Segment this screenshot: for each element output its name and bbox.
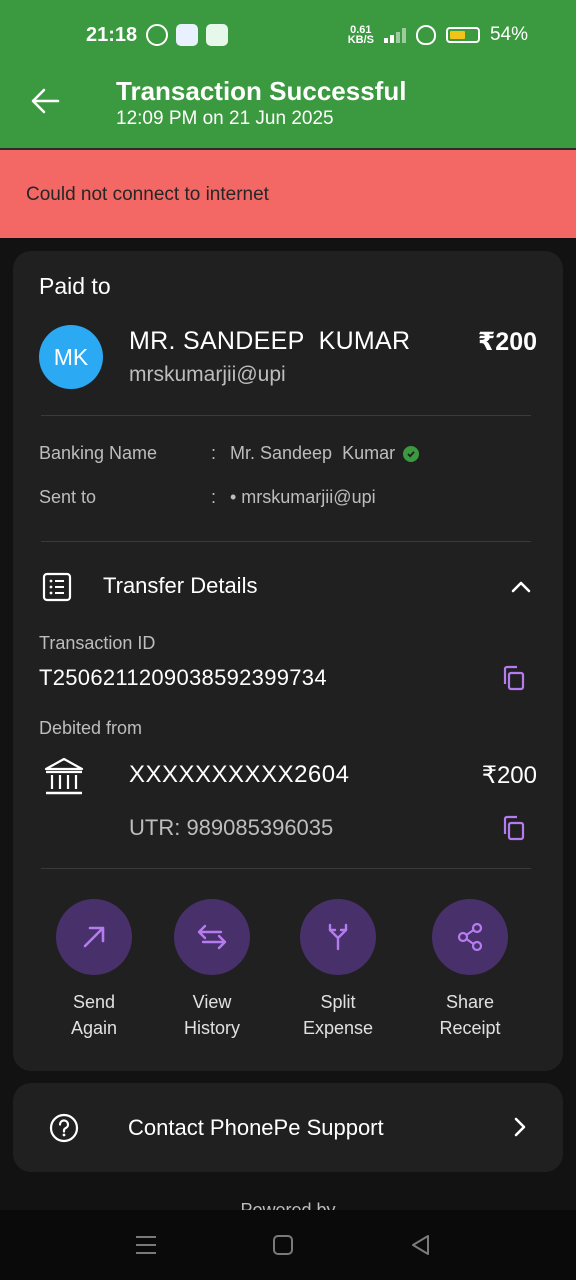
payment-amount: ₹200 xyxy=(477,328,537,356)
transaction-card: Paid to MK MR. SANDEEP KUMAR mrskumarjii… xyxy=(13,251,563,1071)
menu-icon[interactable] xyxy=(133,1232,159,1258)
banking-name-label: Banking Name xyxy=(39,443,158,463)
split-icon xyxy=(328,923,348,951)
notification-app-icon xyxy=(206,24,228,46)
sent-to-value: • mrskumarjii@upi xyxy=(230,487,376,507)
battery-percentage: 54% xyxy=(489,24,528,45)
powered-by-text: Powered by xyxy=(240,1200,336,1210)
copy-icon[interactable] xyxy=(501,665,527,691)
signal-icon xyxy=(383,27,406,43)
divider xyxy=(41,415,531,416)
payee-name: MR. SANDEEP KUMAR xyxy=(129,327,411,355)
verified-check-icon xyxy=(403,445,420,462)
chevron-right-icon xyxy=(514,1117,526,1137)
copy-icon[interactable] xyxy=(501,815,527,841)
debited-from-label: Debited from xyxy=(39,718,143,738)
colon: : xyxy=(211,443,217,463)
chevron-up-icon[interactable] xyxy=(509,575,533,599)
security-shield-icon xyxy=(415,25,436,45)
offline-message: Could not connect to internet xyxy=(26,184,269,205)
notification-app-icon xyxy=(146,24,168,46)
header-bar: 21:18 0.61 KB/S 54% Transaction Successf… xyxy=(0,0,576,148)
send-again-button[interactable]: Send Again xyxy=(34,899,154,1041)
transaction-datetime: 12:09 PM on 21 Jun 2025 xyxy=(116,108,334,129)
status-time: 21:18 xyxy=(86,24,138,46)
share-icon xyxy=(457,922,483,952)
swap-arrows-icon xyxy=(197,924,227,950)
receipt-list-icon xyxy=(42,572,72,602)
contact-support-button[interactable]: Contact PhonePe Support xyxy=(13,1083,563,1172)
contact-support-label: Contact PhonePe Support xyxy=(128,1115,384,1140)
notification-icons xyxy=(146,24,228,46)
notification-app-icon xyxy=(176,24,198,46)
transfer-details-title[interactable]: Transfer Details xyxy=(103,573,257,599)
colon: : xyxy=(211,487,217,507)
share-receipt-label: Share Receipt xyxy=(439,992,501,1038)
action-buttons: Send Again View History Split Expense Sh… xyxy=(13,899,563,1049)
banking-name-value: Mr. Sandeep Kumar xyxy=(230,443,420,464)
divider xyxy=(41,541,531,542)
help-circle-icon xyxy=(49,1113,79,1143)
split-expense-button[interactable]: Split Expense xyxy=(278,899,398,1041)
divider xyxy=(41,868,531,869)
network-speed: 0.61 KB/S xyxy=(347,24,374,46)
back-triangle-icon[interactable] xyxy=(408,1232,434,1258)
payee-upi-id: mrskumarjii@upi xyxy=(129,363,286,386)
share-receipt-button[interactable]: Share Receipt xyxy=(410,899,530,1041)
send-again-label: Send Again xyxy=(70,992,118,1038)
page-title: Transaction Successful xyxy=(116,76,407,106)
sent-to-label: Sent to xyxy=(39,487,97,507)
transaction-id-label: Transaction ID xyxy=(39,633,156,653)
system-navigation-bar xyxy=(0,1210,576,1280)
transaction-id: T2506211209038592399734 xyxy=(39,665,327,690)
battery-icon xyxy=(445,27,480,43)
bank-icon xyxy=(44,757,84,795)
view-history-button[interactable]: View History xyxy=(152,899,272,1041)
status-indicators: 0.61 KB/S 54% xyxy=(348,24,528,46)
status-bar: 21:18 0.61 KB/S 54% xyxy=(0,0,576,72)
arrow-left-icon[interactable] xyxy=(30,86,60,116)
utr-number: UTR: 989085396035 xyxy=(129,815,334,840)
view-history-label: View History xyxy=(183,992,240,1038)
debited-amount: ₹200 xyxy=(481,762,537,789)
arrow-up-right-icon xyxy=(83,926,105,948)
home-icon[interactable] xyxy=(270,1232,296,1258)
offline-banner: Could not connect to internet xyxy=(0,148,576,238)
paid-to-label: Paid to xyxy=(39,273,111,299)
avatar: MK xyxy=(39,325,103,389)
split-expense-label: Split Expense xyxy=(302,992,374,1038)
debited-account-number: XXXXXXXXXX2604 xyxy=(129,761,350,788)
